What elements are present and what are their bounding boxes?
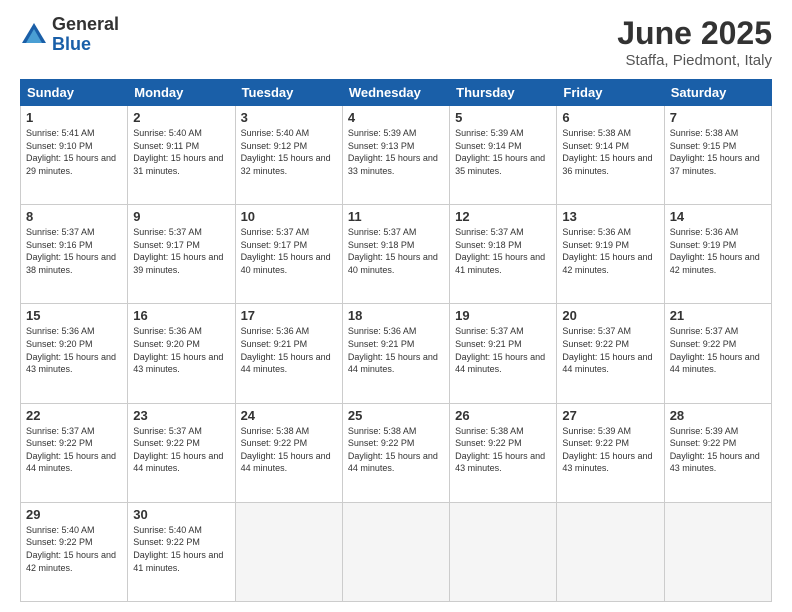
col-tuesday: Tuesday <box>235 80 342 106</box>
calendar-week-row: 29Sunrise: 5:40 AMSunset: 9:22 PMDayligh… <box>21 502 772 601</box>
table-row: 1Sunrise: 5:41 AMSunset: 9:10 PMDaylight… <box>21 106 128 205</box>
page-location: Staffa, Piedmont, Italy <box>617 52 772 69</box>
col-saturday: Saturday <box>664 80 771 106</box>
table-row: 26Sunrise: 5:38 AMSunset: 9:22 PMDayligh… <box>450 403 557 502</box>
table-row: 6Sunrise: 5:38 AMSunset: 9:14 PMDaylight… <box>557 106 664 205</box>
table-row: 25Sunrise: 5:38 AMSunset: 9:22 PMDayligh… <box>342 403 449 502</box>
logo-icon <box>20 21 48 49</box>
table-row: 14Sunrise: 5:36 AMSunset: 9:19 PMDayligh… <box>664 205 771 304</box>
table-row: 11Sunrise: 5:37 AMSunset: 9:18 PMDayligh… <box>342 205 449 304</box>
calendar-week-row: 15Sunrise: 5:36 AMSunset: 9:20 PMDayligh… <box>21 304 772 403</box>
col-monday: Monday <box>128 80 235 106</box>
table-row: 16Sunrise: 5:36 AMSunset: 9:20 PMDayligh… <box>128 304 235 403</box>
table-row: 9Sunrise: 5:37 AMSunset: 9:17 PMDaylight… <box>128 205 235 304</box>
table-row: 4Sunrise: 5:39 AMSunset: 9:13 PMDaylight… <box>342 106 449 205</box>
col-friday: Friday <box>557 80 664 106</box>
calendar-week-row: 8Sunrise: 5:37 AMSunset: 9:16 PMDaylight… <box>21 205 772 304</box>
page-header: General Blue June 2025 Staffa, Piedmont,… <box>20 15 772 69</box>
logo: General Blue <box>20 15 119 55</box>
table-row <box>235 502 342 601</box>
table-row: 7Sunrise: 5:38 AMSunset: 9:15 PMDaylight… <box>664 106 771 205</box>
table-row: 28Sunrise: 5:39 AMSunset: 9:22 PMDayligh… <box>664 403 771 502</box>
table-row: 30Sunrise: 5:40 AMSunset: 9:22 PMDayligh… <box>128 502 235 601</box>
table-row: 13Sunrise: 5:36 AMSunset: 9:19 PMDayligh… <box>557 205 664 304</box>
table-row: 20Sunrise: 5:37 AMSunset: 9:22 PMDayligh… <box>557 304 664 403</box>
table-row: 23Sunrise: 5:37 AMSunset: 9:22 PMDayligh… <box>128 403 235 502</box>
calendar-header-row: Sunday Monday Tuesday Wednesday Thursday… <box>21 80 772 106</box>
col-wednesday: Wednesday <box>342 80 449 106</box>
calendar-week-row: 1Sunrise: 5:41 AMSunset: 9:10 PMDaylight… <box>21 106 772 205</box>
table-row: 24Sunrise: 5:38 AMSunset: 9:22 PMDayligh… <box>235 403 342 502</box>
page-title: June 2025 <box>617 15 772 52</box>
table-row: 29Sunrise: 5:40 AMSunset: 9:22 PMDayligh… <box>21 502 128 601</box>
table-row: 8Sunrise: 5:37 AMSunset: 9:16 PMDaylight… <box>21 205 128 304</box>
table-row <box>342 502 449 601</box>
logo-general-text: General <box>52 15 119 35</box>
table-row: 3Sunrise: 5:40 AMSunset: 9:12 PMDaylight… <box>235 106 342 205</box>
col-sunday: Sunday <box>21 80 128 106</box>
calendar-table: Sunday Monday Tuesday Wednesday Thursday… <box>20 79 772 602</box>
table-row <box>450 502 557 601</box>
table-row: 27Sunrise: 5:39 AMSunset: 9:22 PMDayligh… <box>557 403 664 502</box>
table-row <box>664 502 771 601</box>
table-row: 17Sunrise: 5:36 AMSunset: 9:21 PMDayligh… <box>235 304 342 403</box>
table-row: 10Sunrise: 5:37 AMSunset: 9:17 PMDayligh… <box>235 205 342 304</box>
calendar-week-row: 22Sunrise: 5:37 AMSunset: 9:22 PMDayligh… <box>21 403 772 502</box>
table-row: 22Sunrise: 5:37 AMSunset: 9:22 PMDayligh… <box>21 403 128 502</box>
table-row: 19Sunrise: 5:37 AMSunset: 9:21 PMDayligh… <box>450 304 557 403</box>
table-row: 12Sunrise: 5:37 AMSunset: 9:18 PMDayligh… <box>450 205 557 304</box>
table-row: 2Sunrise: 5:40 AMSunset: 9:11 PMDaylight… <box>128 106 235 205</box>
table-row: 15Sunrise: 5:36 AMSunset: 9:20 PMDayligh… <box>21 304 128 403</box>
table-row: 21Sunrise: 5:37 AMSunset: 9:22 PMDayligh… <box>664 304 771 403</box>
title-block: June 2025 Staffa, Piedmont, Italy <box>617 15 772 69</box>
table-row: 5Sunrise: 5:39 AMSunset: 9:14 PMDaylight… <box>450 106 557 205</box>
table-row <box>557 502 664 601</box>
table-row: 18Sunrise: 5:36 AMSunset: 9:21 PMDayligh… <box>342 304 449 403</box>
logo-blue-text: Blue <box>52 35 119 55</box>
col-thursday: Thursday <box>450 80 557 106</box>
